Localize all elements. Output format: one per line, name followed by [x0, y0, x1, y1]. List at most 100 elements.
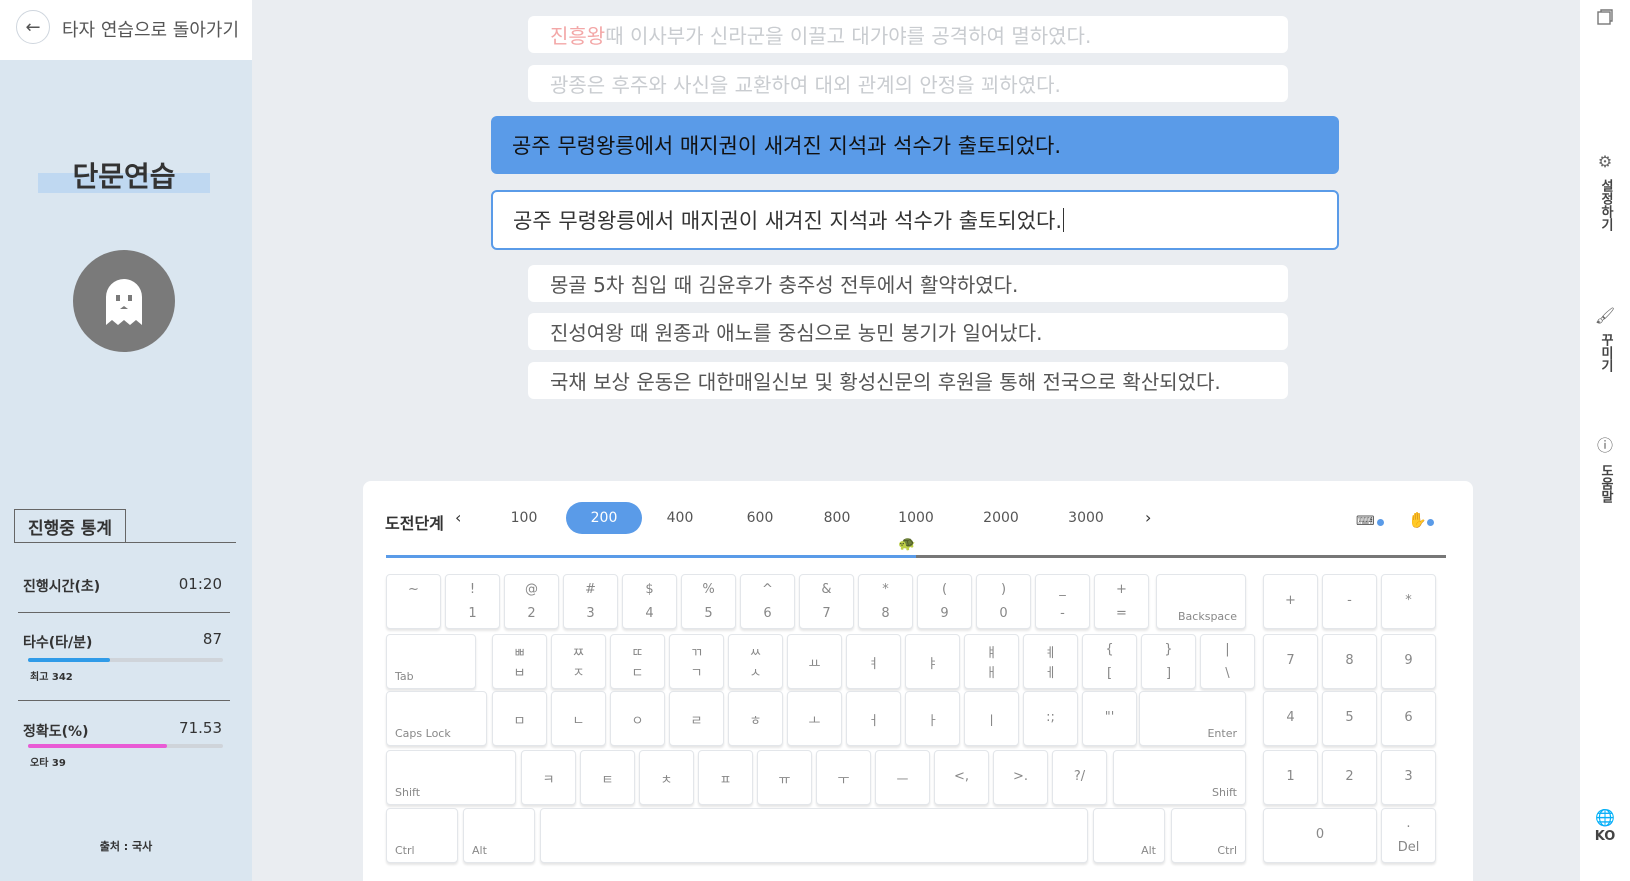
numpad-key[interactable]: 1 — [1263, 750, 1318, 805]
level-400[interactable]: 400 — [642, 502, 718, 534]
numpad-key[interactable]: 4 — [1263, 691, 1318, 746]
key[interactable]: ㅑ — [905, 634, 960, 689]
key[interactable]: ㄴ — [551, 691, 606, 746]
key[interactable]: ㄸㄷ — [610, 634, 665, 689]
right-shift-key[interactable]: Shift — [1113, 750, 1246, 805]
key[interactable]: ㅆㅅ — [728, 634, 783, 689]
key[interactable]: ㅇ — [610, 691, 665, 746]
left-alt-key[interactable]: Alt — [463, 808, 535, 863]
key[interactable]: $4 — [622, 574, 677, 629]
key[interactable]: ㅏ — [905, 691, 960, 746]
key[interactable]: {[ — [1082, 634, 1137, 689]
key[interactable]: ㅖㅔ — [1023, 634, 1078, 689]
help-button[interactable]: ⓘ 도움말 — [1580, 432, 1630, 503]
level-800[interactable]: 800 — [799, 502, 875, 534]
numpad-del-key[interactable]: . Del — [1381, 808, 1436, 863]
level-2000[interactable]: 2000 — [963, 502, 1039, 534]
key[interactable]: "' — [1082, 691, 1137, 746]
key-label: | — [1225, 642, 1230, 657]
key[interactable]: ㅊ — [639, 750, 694, 805]
key[interactable]: ㅉㅈ — [551, 634, 606, 689]
key[interactable]: & 7 — [799, 574, 854, 629]
typed-text: 공주 무령왕릉에서 매지권이 새겨진 지석과 석수가 출토되었다. — [513, 209, 1063, 233]
key[interactable]: ㅠ — [757, 750, 812, 805]
tab-key[interactable]: Tab — [386, 634, 476, 689]
numpad-key[interactable]: 3 — [1381, 750, 1436, 805]
enter-key[interactable]: Enter — [1139, 691, 1246, 746]
key[interactable]: ㅣ — [964, 691, 1019, 746]
key[interactable]: ㅜ — [816, 750, 871, 805]
key[interactable]: (9 — [917, 574, 972, 629]
left-shift-key[interactable]: Shift — [386, 750, 516, 805]
key[interactable]: _ - — [1035, 574, 1090, 629]
typing-input[interactable]: 공주 무령왕릉에서 매지권이 새겨진 지석과 석수가 출토되었다. — [491, 190, 1339, 250]
key[interactable]: ㅓ — [846, 691, 901, 746]
key[interactable]: ㅋ — [521, 750, 576, 805]
key[interactable]: ㅎ — [728, 691, 783, 746]
accuracy-errors: 오타 39 — [30, 758, 66, 769]
key[interactable]: <, — [934, 750, 989, 805]
keyboard-icon[interactable]: ⌨ — [1356, 514, 1375, 529]
key[interactable]: * 8 — [858, 574, 913, 629]
level-1000[interactable]: 1000 — [878, 502, 954, 534]
key[interactable]: }] — [1141, 634, 1196, 689]
key[interactable]: :; — [1023, 691, 1078, 746]
key[interactable]: ㅡ — [875, 750, 930, 805]
back-label[interactable]: 타자 연습으로 돌아가기 — [62, 16, 239, 42]
key[interactable]: ㅒㅐ — [964, 634, 1019, 689]
window-icon[interactable] — [1580, 8, 1630, 26]
key[interactable]: % 5 — [681, 574, 736, 629]
key[interactable]: #3 — [563, 574, 618, 629]
capslock-key[interactable]: Caps Lock — [386, 691, 487, 746]
numpad-key[interactable]: 2 — [1322, 750, 1377, 805]
back-arrow-icon[interactable]: ← — [16, 10, 50, 44]
numpad-key[interactable]: 8 — [1322, 634, 1377, 689]
level-prev-icon[interactable]: ‹ — [455, 508, 461, 527]
numpad-key[interactable]: + — [1263, 574, 1318, 629]
numpad-zero-key[interactable]: 0 — [1263, 808, 1377, 863]
settings-button[interactable]: ⚙ 설정하기 — [1580, 152, 1630, 231]
language-button[interactable]: 🌐 KO — [1580, 808, 1630, 844]
key[interactable]: @2 — [504, 574, 559, 629]
back-bar[interactable]: ← 타자 연습으로 돌아가기 — [0, 0, 252, 60]
key[interactable]: ㅁ — [492, 691, 547, 746]
key[interactable]: ㄲㄱ — [669, 634, 724, 689]
level-next-icon[interactable]: › — [1145, 508, 1151, 527]
key[interactable]: ㅕ — [846, 634, 901, 689]
sentence-text: 진성여왕 때 원종과 애노를 중심으로 농민 봉기가 일어났다. — [550, 321, 1043, 345]
key[interactable]: ㅍ — [698, 750, 753, 805]
level-3000[interactable]: 3000 — [1048, 502, 1124, 534]
numpad-key[interactable]: 6 — [1381, 691, 1436, 746]
numpad-key[interactable]: - — [1322, 574, 1377, 629]
key[interactable]: ~ — [386, 574, 441, 629]
key[interactable]: + = — [1094, 574, 1149, 629]
space-key[interactable] — [540, 808, 1088, 863]
key[interactable]: ㅃㅂ — [492, 634, 547, 689]
key[interactable]: ㅗ — [787, 691, 842, 746]
key[interactable]: ㄹ — [669, 691, 724, 746]
level-200[interactable]: 200 — [566, 502, 642, 534]
backspace-key[interactable]: Backspace — [1156, 574, 1246, 629]
key[interactable]: ^ 6 — [740, 574, 795, 629]
left-ctrl-key[interactable]: Ctrl — [386, 808, 458, 863]
key[interactable]: ! 1 — [445, 574, 500, 629]
key[interactable]: ) 0 — [976, 574, 1031, 629]
level-100[interactable]: 100 — [486, 502, 562, 534]
key[interactable]: ?/ — [1052, 750, 1107, 805]
right-alt-key[interactable]: Alt — [1093, 808, 1165, 863]
key[interactable]: ㅌ — [580, 750, 635, 805]
right-ctrl-key[interactable]: Ctrl — [1171, 808, 1246, 863]
key[interactable]: ㅛ — [787, 634, 842, 689]
key[interactable]: >. — [993, 750, 1048, 805]
key[interactable]: | \ — [1200, 634, 1255, 689]
decorate-button[interactable]: 🖌 꾸미기 — [1580, 306, 1630, 372]
numpad-key[interactable]: * — [1381, 574, 1436, 629]
hand-icon[interactable]: ✋ — [1408, 511, 1427, 529]
level-600[interactable]: 600 — [722, 502, 798, 534]
key-label: ㅕ — [867, 657, 880, 672]
numpad-key[interactable]: 5 — [1322, 691, 1377, 746]
hand-toggle-dot[interactable] — [1427, 519, 1434, 526]
numpad-key[interactable]: 9 — [1381, 634, 1436, 689]
keyboard-toggle-dot[interactable] — [1377, 519, 1384, 526]
numpad-key[interactable]: 7 — [1263, 634, 1318, 689]
